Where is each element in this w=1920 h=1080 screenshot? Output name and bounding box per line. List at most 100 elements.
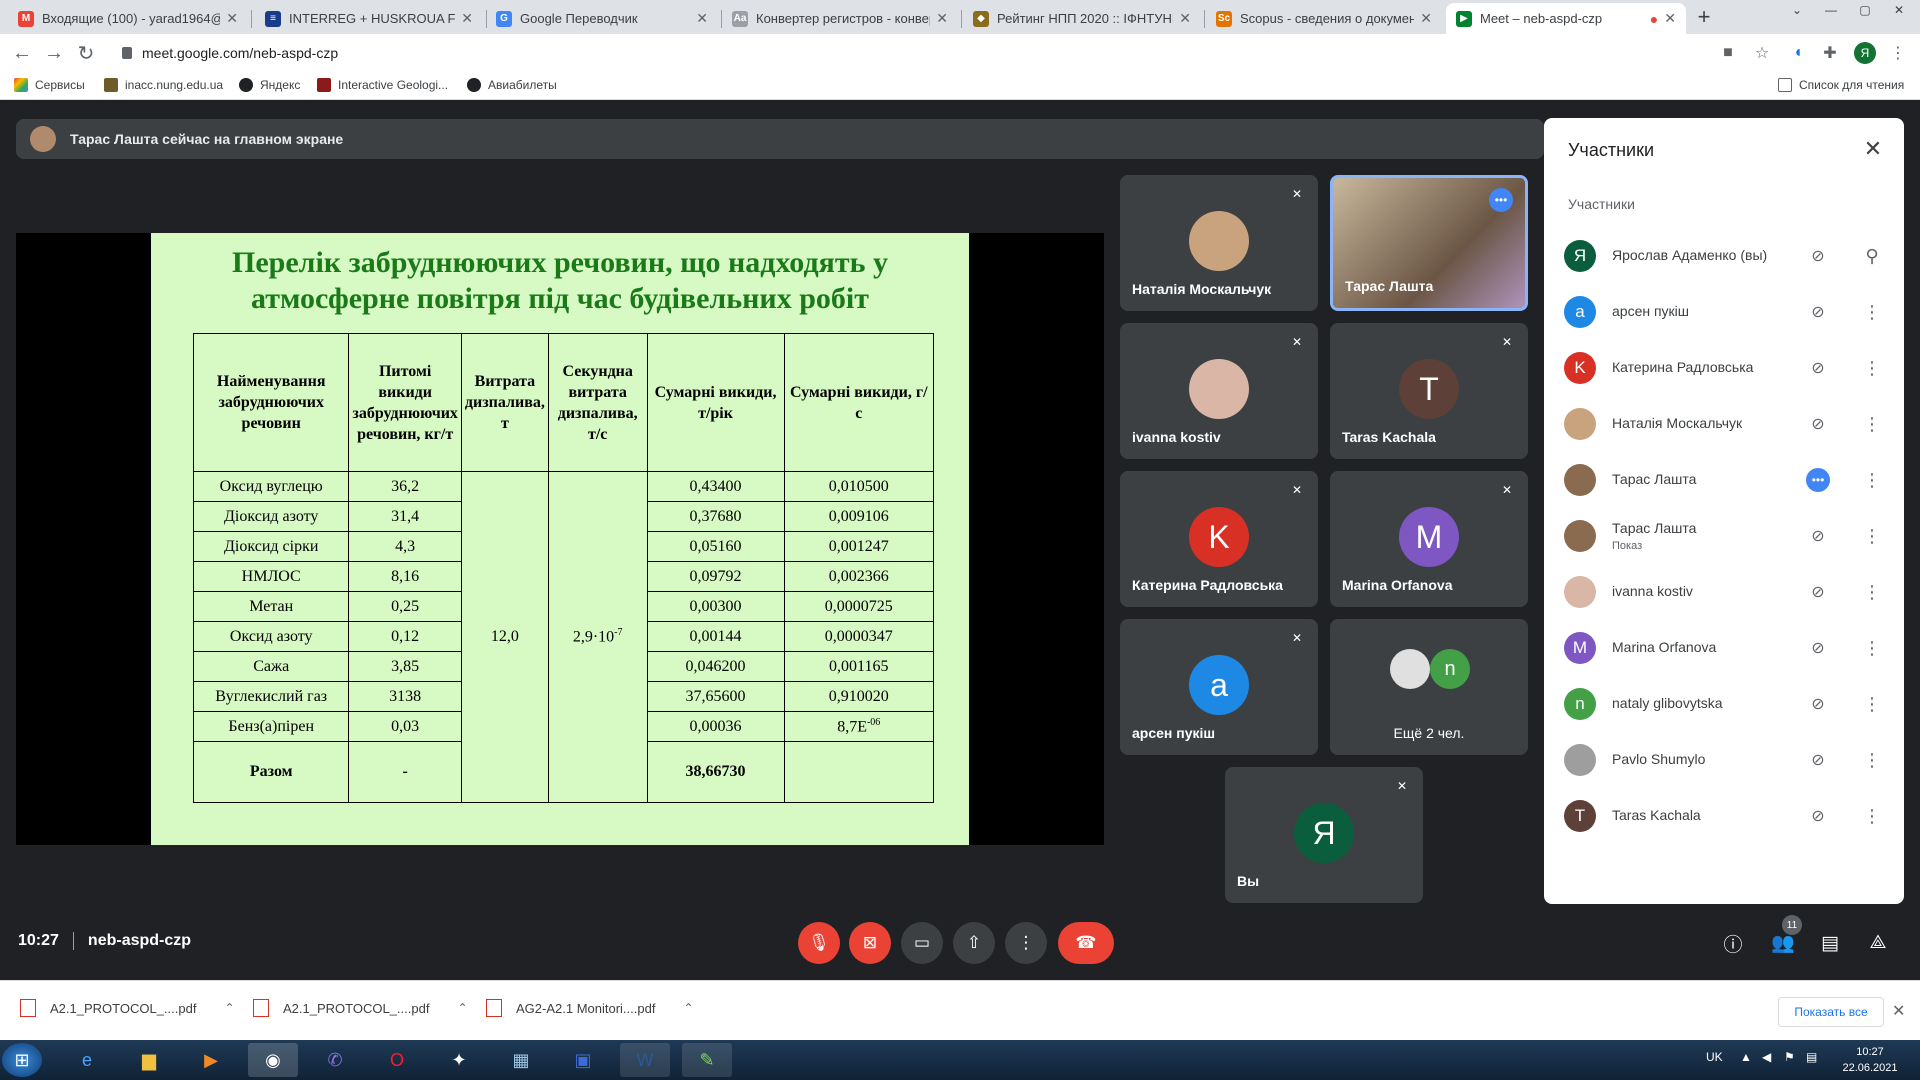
download-item[interactable]: A2.1_PROTOCOL_....pdf ⌃ <box>20 999 235 1017</box>
network-icon[interactable]: ▤ <box>1806 1050 1817 1064</box>
flag-icon[interactable]: ⚑ <box>1784 1050 1795 1064</box>
download-item[interactable]: AG2-A2.1 Monitori....pdf ⌃ <box>486 999 694 1017</box>
reading-list[interactable]: Список для чтения <box>1778 78 1904 92</box>
browser-tab[interactable]: ◆ Рейтинг НПП 2020 :: ІФНТУНГ ✕ <box>963 3 1201 34</box>
new-tab-button[interactable]: + <box>1691 4 1717 30</box>
participant-tile[interactable]: n Ещё 2 чел. <box>1330 619 1528 755</box>
close-tab-icon[interactable]: ✕ <box>1664 10 1676 27</box>
mic-off-icon[interactable]: ⊘ <box>1806 412 1830 436</box>
close-tab-icon[interactable]: ✕ <box>936 10 948 27</box>
participant-row[interactable]: Наталія Москальчук ⊘ ⋮ <box>1544 396 1904 452</box>
kebab-menu-icon[interactable]: ⋮ <box>1860 356 1884 380</box>
mic-off-icon[interactable]: ⊘ <box>1806 804 1830 828</box>
volume-icon[interactable]: ◀ <box>1762 1050 1771 1064</box>
start-button[interactable]: ⊞ <box>2 1043 42 1077</box>
extensions-icon[interactable]: ✚ <box>1820 43 1840 63</box>
close-tab-icon[interactable]: ✕ <box>461 10 473 27</box>
kebab-menu-icon[interactable]: ⋮ <box>1860 748 1884 772</box>
participant-row[interactable]: Я Ярослав Адаменко (вы) ⊘ ⚲ <box>1544 228 1904 284</box>
kebab-menu-icon[interactable]: ⋮ <box>1860 580 1884 604</box>
word-icon[interactable]: W <box>620 1043 670 1077</box>
browser-menu-icon[interactable]: ⋮ <box>1888 43 1908 63</box>
cast-icon[interactable]: ◖ <box>1788 43 1808 63</box>
kebab-menu-icon[interactable]: ⋮ <box>1860 692 1884 716</box>
kebab-menu-icon[interactable]: ⋮ <box>1860 468 1884 492</box>
bookmark-services[interactable]: Сервисы <box>14 78 85 92</box>
participant-tile[interactable]: ✕ ivanna kostiv <box>1120 323 1318 459</box>
language-indicator[interactable]: UK <box>1706 1050 1723 1064</box>
forward-icon[interactable]: → <box>42 41 66 65</box>
maximize-icon[interactable]: ▢ <box>1850 0 1880 20</box>
leave-call-button[interactable]: ☎ <box>1058 922 1114 964</box>
participant-tile[interactable]: ✕ Наталія Москальчук <box>1120 175 1318 311</box>
back-icon[interactable]: ← <box>10 41 34 65</box>
audio-off-icon[interactable]: ⊘ <box>1806 524 1830 548</box>
media-player-icon[interactable]: ▶ <box>186 1043 236 1077</box>
mic-off-icon[interactable]: ⊘ <box>1806 692 1830 716</box>
browser-tab[interactable]: Aa Конвертер регистров - конверт ✕ <box>722 3 958 34</box>
kebab-menu-icon[interactable]: ⋮ <box>1860 524 1884 548</box>
close-downloads-icon[interactable]: ✕ <box>1892 1001 1905 1021</box>
bookmark-star-icon[interactable]: ☆ <box>1752 43 1772 63</box>
participant-tile[interactable]: ••• Тарас Лашта <box>1330 175 1528 311</box>
show-all-downloads-button[interactable]: Показать все <box>1778 997 1884 1027</box>
bookmark-yandex[interactable]: Яндекс <box>239 78 300 92</box>
chrome-icon[interactable]: ◉ <box>248 1043 298 1077</box>
more-options-button[interactable]: ⋮ <box>1005 922 1047 964</box>
mic-off-icon[interactable]: ⊘ <box>1806 636 1830 660</box>
participant-row[interactable]: ivanna kostiv ⊘ ⋮ <box>1544 564 1904 620</box>
kebab-menu-icon[interactable]: ⋮ <box>1860 636 1884 660</box>
browser-tab[interactable]: G Google Переводчик ✕ <box>486 3 718 34</box>
participant-row[interactable]: T Taras Kachala ⊘ ⋮ <box>1544 788 1904 844</box>
close-window-icon[interactable]: ✕ <box>1884 0 1914 20</box>
more-options-icon[interactable]: ••• <box>1806 468 1830 492</box>
participant-tile[interactable]: M ✕ Marina Orfanova <box>1330 471 1528 607</box>
chevron-up-icon[interactable]: ⌃ <box>683 1001 693 1015</box>
bookmark-flights[interactable]: Авиабилеты <box>467 78 557 92</box>
mic-off-icon[interactable]: ⊘ <box>1806 580 1830 604</box>
mic-off-icon[interactable]: ⊘ <box>1806 356 1830 380</box>
info-icon[interactable]: ⓘ <box>1718 928 1748 958</box>
participant-row[interactable]: M Marina Orfanova ⊘ ⋮ <box>1544 620 1904 676</box>
system-clock[interactable]: 10:27 22.06.2021 <box>1830 1044 1910 1076</box>
close-panel-icon[interactable]: ✕ <box>1860 136 1886 162</box>
browser-tab[interactable]: M Входящие (100) - yarad1964@gm ✕ <box>8 3 248 34</box>
chevron-up-icon[interactable]: ⌃ <box>457 1001 467 1015</box>
participant-row[interactable]: K Катерина Радловська ⊘ ⋮ <box>1544 340 1904 396</box>
bookmark-geologi[interactable]: Interactive Geologi... <box>317 78 448 92</box>
participant-tile[interactable]: K ✕ Катерина Радловська <box>1120 471 1318 607</box>
opera-icon[interactable]: O <box>372 1043 422 1077</box>
participant-tile[interactable]: a ✕ арсен пукіш <box>1120 619 1318 755</box>
chat-icon[interactable]: ▤ <box>1815 928 1845 958</box>
tray-arrow-icon[interactable]: ▲ <box>1740 1050 1752 1064</box>
chevron-up-icon[interactable]: ⌃ <box>224 1001 234 1015</box>
pin-icon[interactable]: ⚲ <box>1860 244 1884 268</box>
kebab-menu-icon[interactable]: ⋮ <box>1860 804 1884 828</box>
kebab-menu-icon[interactable]: ⋮ <box>1860 412 1884 436</box>
address-bar[interactable]: meet.google.com/neb-aspd-czp <box>110 39 1660 67</box>
participant-tile[interactable]: T ✕ Taras Kachala <box>1330 323 1528 459</box>
download-item[interactable]: A2.1_PROTOCOL_....pdf ⌃ <box>253 999 468 1017</box>
mic-off-icon[interactable]: ⊘ <box>1806 748 1830 772</box>
browser-tab[interactable]: Sc Scopus - сведения о документе ✕ <box>1206 3 1442 34</box>
close-tab-icon[interactable]: ✕ <box>1420 10 1432 27</box>
minimize-icon[interactable]: — <box>1816 0 1846 20</box>
more-options-icon[interactable]: ••• <box>1489 188 1513 212</box>
browser-tab[interactable]: ▶ Meet – neb-aspd-czp ● ✕ <box>1446 3 1686 34</box>
browser-tab[interactable]: ≡ INTERREG + HUSKROUA FrontOff ✕ <box>255 3 483 34</box>
camera-off-button[interactable]: ⊠ <box>849 922 891 964</box>
participant-row[interactable]: Pavlo Shumylo ⊘ ⋮ <box>1544 732 1904 788</box>
close-tab-icon[interactable]: ✕ <box>1179 10 1191 27</box>
reload-icon[interactable]: ↻ <box>74 41 98 65</box>
green-app-icon[interactable]: ✎ <box>682 1043 732 1077</box>
camera-icon[interactable]: ■ <box>1718 43 1738 63</box>
save-app-icon[interactable]: ▣ <box>558 1043 608 1077</box>
activities-icon[interactable]: ⟁ <box>1863 928 1893 958</box>
participant-row[interactable]: Тарас Лашта ••• ⋮ <box>1544 452 1904 508</box>
viber-icon[interactable]: ✆ <box>310 1043 360 1077</box>
mic-off-button[interactable]: 🎙 <box>798 922 840 964</box>
ie-icon[interactable]: e <box>62 1043 112 1077</box>
participant-row[interactable]: n nataly glibovytska ⊘ ⋮ <box>1544 676 1904 732</box>
participant-row[interactable]: a арсен пукіш ⊘ ⋮ <box>1544 284 1904 340</box>
close-tab-icon[interactable]: ✕ <box>226 10 238 27</box>
